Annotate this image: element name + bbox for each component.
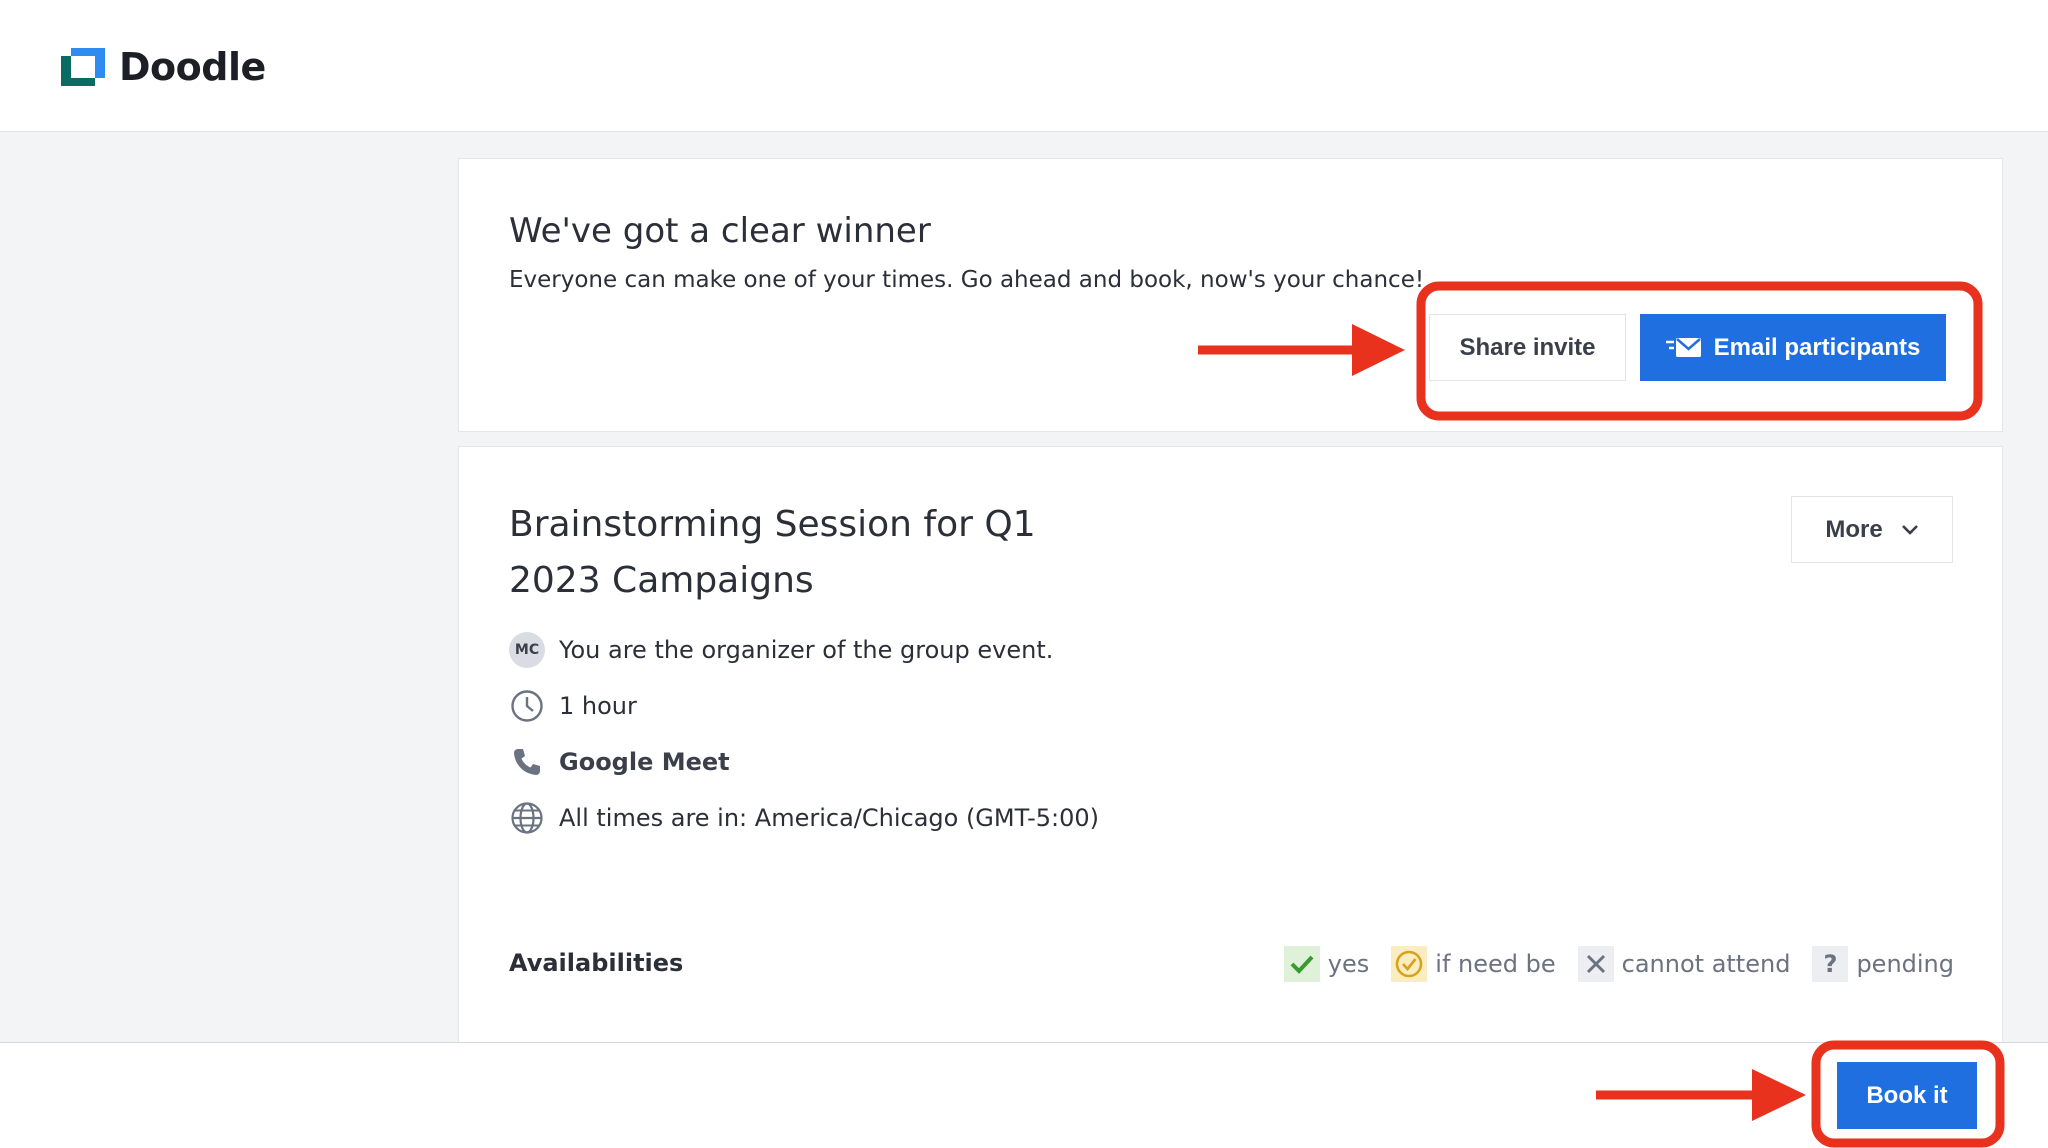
doodle-logo[interactable]: Doodle bbox=[61, 44, 266, 90]
phone-icon bbox=[514, 749, 540, 775]
timezone-text: All times are in: America/Chicago (GMT-5… bbox=[559, 804, 1099, 832]
timezone-row: All times are in: America/Chicago (GMT-5… bbox=[509, 800, 1099, 836]
book-it-button[interactable]: Book it bbox=[1837, 1062, 1977, 1129]
clock-icon bbox=[511, 690, 543, 722]
globe-icon bbox=[511, 802, 543, 834]
share-invite-button[interactable]: Share invite bbox=[1429, 314, 1626, 381]
bottom-action-bar: Book it bbox=[0, 1042, 2048, 1148]
legend-if-need-be: if need be bbox=[1391, 946, 1556, 982]
top-header: Doodle bbox=[0, 0, 2048, 132]
winner-title: We've got a clear winner bbox=[509, 211, 931, 251]
organizer-text: You are the organizer of the group event… bbox=[559, 636, 1054, 664]
winner-card: We've got a clear winner Everyone can ma… bbox=[458, 158, 2003, 432]
check-icon bbox=[1283, 946, 1320, 982]
availabilities-title: Availabilities bbox=[509, 949, 684, 977]
cross-icon bbox=[1577, 946, 1614, 982]
winner-subtitle: Everyone can make one of your times. Go … bbox=[509, 267, 1425, 293]
email-participants-button[interactable]: Email participants bbox=[1640, 314, 1946, 381]
organizer-row: MC You are the organizer of the group ev… bbox=[509, 632, 1053, 668]
event-title: Brainstorming Session for Q1 2023 Campai… bbox=[509, 504, 1036, 601]
legend-cannot-attend: cannot attend bbox=[1577, 946, 1791, 982]
more-dropdown-button[interactable]: More bbox=[1791, 496, 1953, 563]
avatar: MC bbox=[509, 632, 545, 668]
email-participants-label: Email participants bbox=[1713, 333, 1921, 361]
doodle-logo-icon bbox=[61, 48, 105, 86]
duration-row: 1 hour bbox=[509, 688, 637, 724]
legend-yes-label: yes bbox=[1327, 950, 1370, 978]
legend-pending: ? pending bbox=[1812, 946, 1954, 982]
location-text: Google Meet bbox=[559, 748, 730, 776]
page: Doodle We've got a clear winner Everyone… bbox=[0, 0, 2048, 1148]
more-label: More bbox=[1825, 515, 1883, 543]
event-card: Brainstorming Session for Q1 2023 Campai… bbox=[458, 446, 2003, 1046]
if-need-be-icon bbox=[1391, 946, 1428, 982]
location-row: Google Meet bbox=[509, 744, 730, 780]
legend-if-need-be-label: if need be bbox=[1435, 950, 1556, 978]
chevron-down-icon bbox=[1901, 524, 1918, 535]
email-send-icon bbox=[1665, 337, 1701, 357]
duration-text: 1 hour bbox=[559, 692, 637, 720]
legend-cannot-attend-label: cannot attend bbox=[1621, 950, 1791, 978]
question-mark-icon: ? bbox=[1812, 946, 1849, 982]
availability-legend: yes if need be cannot attend ? pending bbox=[1283, 946, 1954, 982]
legend-yes: yes bbox=[1283, 946, 1370, 982]
brand-name: Doodle bbox=[119, 45, 266, 89]
legend-pending-label: pending bbox=[1856, 950, 1954, 978]
